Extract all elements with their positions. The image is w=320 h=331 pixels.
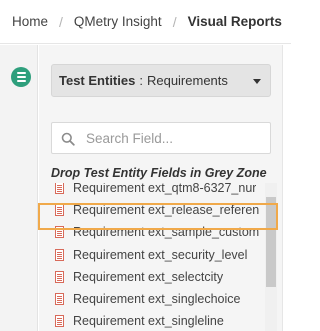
left-sidebar (0, 45, 38, 331)
field-item[interactable]: Requirement ext_sample_custom (51, 221, 265, 243)
field-item[interactable]: Requirement ext_singleline (51, 310, 265, 331)
document-icon (55, 270, 64, 283)
field-item[interactable]: Requirement ext_qtm8-6327_nur (51, 183, 265, 199)
caret-down-icon (253, 79, 261, 84)
right-gutter (283, 45, 291, 331)
breadcrumb: Home / QMetry Insight / Visual Reports (0, 0, 291, 44)
entity-select-label: Test Entities (59, 73, 136, 88)
breadcrumb-visual-reports: Visual Reports (187, 14, 282, 29)
entity-select-separator: : (139, 73, 143, 88)
drop-zone-title: Drop Test Entity Fields in Grey Zone (51, 166, 267, 180)
search-field-box (51, 122, 271, 154)
field-list-viewport[interactable]: Requirement ext_qtm8-6327_nur Requiremen… (51, 183, 277, 331)
field-label: Requirement ext_release_referen (73, 203, 260, 218)
breadcrumb-separator: / (59, 13, 63, 30)
field-label: Requirement ext_singlechoice (73, 292, 241, 307)
document-icon (55, 204, 64, 217)
fields-panel: Test Entities : Requirements Drop Test E… (39, 45, 283, 331)
field-list-scrollbar-thumb[interactable] (266, 197, 276, 287)
list-icon[interactable] (11, 67, 31, 87)
field-item[interactable]: Requirement ext_singlechoice (51, 288, 265, 310)
field-list: Requirement ext_qtm8-6327_nur Requiremen… (51, 183, 265, 331)
search-field-input[interactable] (86, 128, 266, 149)
entity-select-value: Requirements (146, 73, 228, 88)
document-icon (55, 248, 64, 261)
field-label: Requirement ext_security_level (73, 247, 248, 262)
field-label: Requirement ext_selectcity (73, 269, 224, 284)
breadcrumb-qmetry-insight[interactable]: QMetry Insight (74, 14, 162, 29)
field-label: Requirement ext_sample_custom (73, 225, 260, 240)
field-label: Requirement ext_qtm8-6327_nur (73, 183, 257, 196)
document-icon (55, 226, 64, 239)
field-item[interactable]: Requirement ext_selectcity (51, 266, 265, 288)
test-entities-dropdown[interactable]: Test Entities : Requirements (51, 64, 271, 97)
field-label: Requirement ext_singleline (73, 314, 224, 329)
field-item[interactable]: Requirement ext_security_level (51, 244, 265, 266)
field-item[interactable]: Requirement ext_release_referen (51, 199, 265, 221)
document-icon (55, 293, 64, 306)
breadcrumb-home[interactable]: Home (12, 14, 48, 29)
document-icon (55, 183, 64, 195)
search-icon (61, 132, 75, 146)
document-icon (55, 315, 64, 328)
breadcrumb-separator: / (172, 13, 177, 30)
